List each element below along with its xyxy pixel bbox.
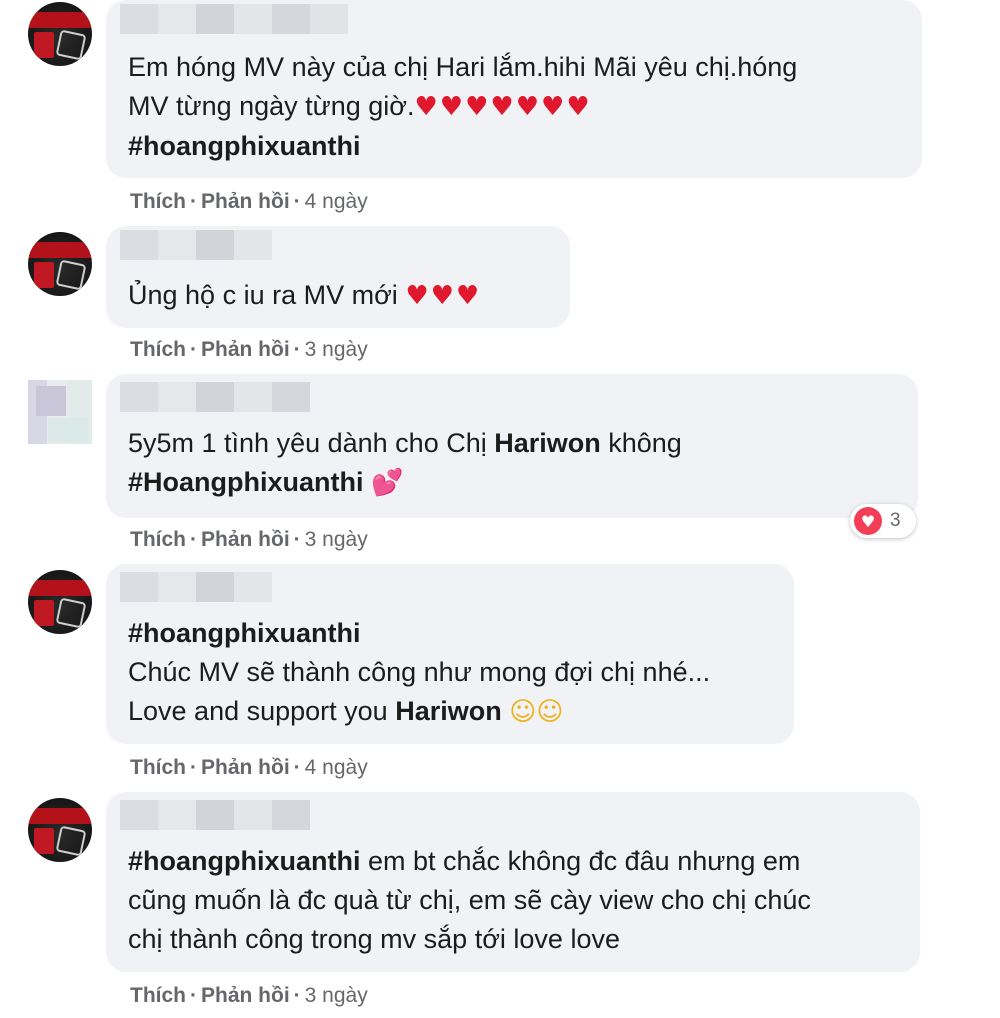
comment-text: 5y5m 1 tình yêu dành cho Chị Hariwon khô… (128, 424, 682, 503)
comment-actions: Thích · Phản hồi · 4 ngày (130, 190, 368, 213)
reply-link[interactable]: Phản hồi (201, 528, 290, 551)
avatar[interactable] (28, 798, 92, 862)
avatar[interactable] (28, 380, 92, 444)
heart-icon: ♥ (854, 507, 882, 535)
heart-emoji-icon: ♥♥♥♥♥♥♥ (414, 92, 592, 122)
reply-link[interactable]: Phản hồi (201, 338, 290, 361)
comment-line: Ủng hộ c iu ra MV mới ♥♥♥ (128, 280, 482, 311)
reply-link[interactable]: Phản hồi (201, 984, 290, 1007)
blurred-author-name[interactable] (120, 4, 348, 34)
timestamp[interactable]: 4 ngày (305, 190, 368, 213)
timestamp[interactable]: 4 ngày (305, 756, 368, 779)
like-link[interactable]: Thích (130, 190, 186, 213)
mentioned-name[interactable]: Hariwon (494, 428, 601, 458)
hashtag-link[interactable]: #Hoangphixuanthi (128, 467, 364, 497)
timestamp[interactable]: 3 ngày (305, 338, 368, 361)
comment-bubble: #hoangphixuanthi em bt chắc không đc đâu… (106, 792, 920, 972)
comment-line: 5y5m 1 tình yêu dành cho Chị Hariwon khô… (128, 428, 682, 458)
blurred-author-name[interactable] (120, 800, 310, 830)
avatar[interactable] (28, 2, 92, 66)
hashtag-link[interactable]: #hoangphixuanthi (128, 846, 361, 876)
reaction-summary[interactable]: ♥ 3 (850, 504, 916, 538)
reply-link[interactable]: Phản hồi (201, 190, 290, 213)
reaction-count: 3 (890, 510, 901, 531)
like-link[interactable]: Thích (130, 984, 186, 1007)
timestamp[interactable]: 3 ngày (305, 984, 368, 1007)
comment-line: chị thành công trong mv sắp tới love lov… (128, 924, 620, 954)
comment-line: #Hoangphixuanthi 💕 (128, 463, 682, 503)
reply-link[interactable]: Phản hồi (201, 756, 290, 779)
avatar[interactable] (28, 570, 92, 634)
blurred-author-name[interactable] (120, 572, 272, 602)
blurred-author-name[interactable] (120, 230, 272, 260)
comment-actions: Thích · Phản hồi · 3 ngày (130, 984, 368, 1007)
comment-bubble: 5y5m 1 tình yêu dành cho Chị Hariwon khô… (106, 374, 918, 518)
comment-actions: Thích · Phản hồi · 4 ngày (130, 756, 368, 779)
comment-line: cũng muốn là đc quà từ chị, em sẽ cày vi… (128, 885, 811, 915)
smiling-face-with-hearts-emoji-icon: ☺☺ (509, 697, 564, 727)
comment-bubble: Ủng hộ c iu ra MV mới ♥♥♥ (106, 226, 570, 328)
comment-bubble: Em hóng MV này của chị Hari lắm.hihi Mãi… (106, 0, 922, 178)
comment-line: #hoangphixuanthi em bt chắc không đc đâu… (128, 846, 801, 876)
timestamp[interactable]: 3 ngày (305, 528, 368, 551)
like-link[interactable]: Thích (130, 528, 186, 551)
comment-text: #hoangphixuanthi em bt chắc không đc đâu… (128, 842, 811, 959)
comment-text: Ủng hộ c iu ra MV mới ♥♥♥ (128, 276, 481, 316)
hashtag-link[interactable]: #hoangphixuanthi (128, 127, 797, 166)
comment-bubble: #hoangphixuanthi Chúc MV sẽ thành công n… (106, 564, 794, 744)
comment-line: MV từng ngày từng giờ.♥♥♥♥♥♥♥ (128, 91, 592, 122)
like-link[interactable]: Thích (130, 756, 186, 779)
avatar[interactable] (28, 232, 92, 296)
comment-line: Chúc MV sẽ thành công như mong đợi chị n… (128, 657, 711, 687)
two-hearts-emoji-icon: 💕 (371, 468, 404, 498)
blurred-author-name[interactable] (120, 382, 310, 412)
comment-line: Em hóng MV này của chị Hari lắm.hihi Mãi… (128, 52, 798, 82)
hashtag-link[interactable]: #hoangphixuanthi (128, 614, 710, 653)
heart-emoji-icon: ♥♥♥ (405, 281, 482, 311)
comment-text: Em hóng MV này của chị Hari lắm.hihi Mãi… (128, 48, 797, 166)
comment-line: Love and support you Hariwon ☺☺ (128, 696, 564, 727)
mentioned-name[interactable]: Hariwon (395, 696, 502, 726)
comment-actions: Thích · Phản hồi · 3 ngày (130, 338, 368, 361)
like-link[interactable]: Thích (130, 338, 186, 361)
comment-text: #hoangphixuanthi Chúc MV sẽ thành công n… (128, 614, 710, 732)
comment-actions: Thích · Phản hồi · 3 ngày (130, 528, 368, 551)
